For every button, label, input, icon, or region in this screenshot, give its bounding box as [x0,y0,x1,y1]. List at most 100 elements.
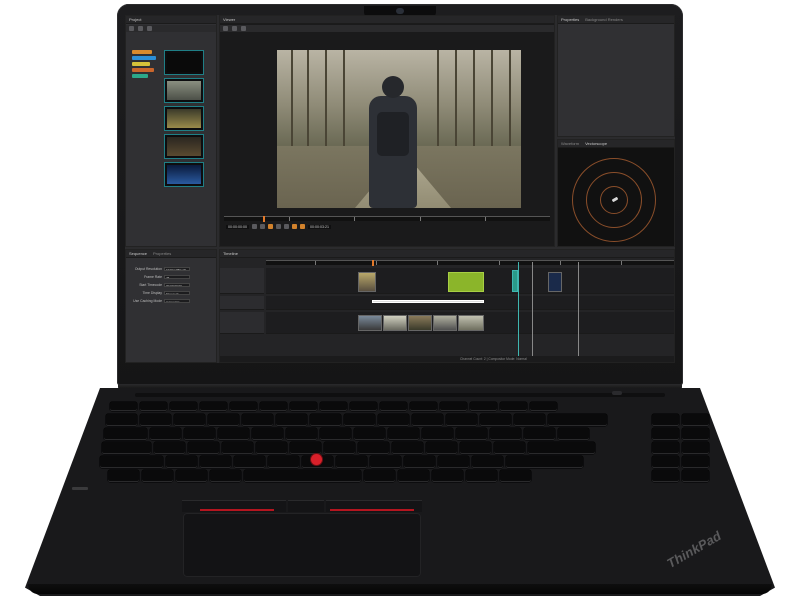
keyboard-key[interactable] [184,428,215,440]
folder-icon[interactable] [129,26,134,31]
setting-value[interactable]: 25 [164,274,190,279]
keyboard-key[interactable] [470,402,497,411]
bin-item[interactable] [132,62,150,66]
keyboard-key[interactable] [460,442,491,454]
grid-icon[interactable] [138,26,143,31]
keyboard-key[interactable] [290,442,321,454]
keyboard-key[interactable] [320,428,351,440]
keyboard-key[interactable] [336,456,367,468]
list-icon[interactable] [147,26,152,31]
bin-item[interactable] [132,50,152,54]
keyboard-key[interactable] [358,442,389,454]
channel-icon[interactable] [232,26,237,31]
bin-item[interactable] [132,74,148,78]
keyboard-key[interactable] [234,456,265,468]
keyboard-key[interactable] [310,414,341,426]
overlay-icon[interactable] [241,26,246,31]
keyboard-key[interactable] [108,470,139,482]
keyboard-key[interactable] [200,402,227,411]
keyboard-key[interactable] [210,470,241,482]
keyboard-key[interactable] [104,428,147,440]
keyboard-key[interactable] [174,414,205,426]
keyboard-key[interactable] [466,470,497,482]
bin-item[interactable] [132,56,156,60]
keyboard-key[interactable] [472,456,503,468]
clip-thumbnail[interactable] [164,78,204,103]
setting-value[interactable]: 1920x1080 HD [164,266,190,271]
keyboard-key[interactable] [410,402,437,411]
keyboard-key[interactable] [652,414,679,426]
keyboard-key[interactable] [426,442,457,454]
keyboard-key[interactable] [440,402,467,411]
keyboard-key[interactable] [388,428,419,440]
video-clip[interactable] [408,315,432,331]
track-header-video-1[interactable] [220,312,264,334]
keyboard-key[interactable] [244,470,361,482]
keyboard-key[interactable] [652,428,679,440]
keyboard-key[interactable] [528,442,595,454]
keyboard-key[interactable] [392,442,423,454]
setting-value[interactable]: Timecode [164,290,190,295]
keyboard-key[interactable] [230,402,257,411]
keyboard-key[interactable] [500,402,527,411]
keyboard-key[interactable] [364,470,395,482]
tab-vectorscope[interactable]: Vectorscope [585,141,607,146]
keyboard-key[interactable] [222,442,253,454]
timeline-playhead[interactable] [372,260,375,266]
keyboard-key[interactable] [494,442,525,454]
middle-click-button[interactable] [288,500,324,512]
keyboard-key[interactable] [176,470,207,482]
keyboard-key[interactable] [682,456,709,468]
keyboard-key[interactable] [260,402,287,411]
tab-viewer[interactable]: Viewer [223,17,235,22]
keyboard-key[interactable] [350,402,377,411]
power-button-icon[interactable] [612,391,622,395]
keyboard-key[interactable] [354,428,385,440]
keyboard-key[interactable] [256,442,287,454]
keyboard-key[interactable] [290,402,317,411]
video-clip[interactable] [358,315,382,331]
tab-properties[interactable]: Properties [561,17,579,22]
tab-settings-properties[interactable]: Properties [153,251,171,256]
setting-value[interactable]: 00:00:00:00 [164,282,190,287]
track-header-video-2[interactable] [220,268,264,294]
zoom-icon[interactable] [223,26,228,31]
keyboard-key[interactable] [320,402,347,411]
keyboard-key[interactable] [530,402,557,411]
viewer-playhead[interactable] [263,216,266,222]
keyboard-key[interactable] [432,470,463,482]
keyboard-key[interactable] [276,414,307,426]
keyboard-key[interactable] [200,456,231,468]
viewer-scrub-bar[interactable] [224,216,550,222]
video-clip[interactable] [383,315,407,331]
keyboard-key[interactable] [268,456,299,468]
keyboard-key[interactable] [506,456,583,468]
trackpad[interactable] [183,513,421,577]
video-clip[interactable] [458,315,484,331]
keyboard-key[interactable] [682,442,709,454]
clip-thumbnail[interactable] [164,50,204,75]
keyboard-key[interactable] [102,442,151,454]
keyboard-key[interactable] [446,414,477,426]
keyboard-key[interactable] [286,428,317,440]
video-clip[interactable] [358,272,376,292]
setting-value[interactable]: Automatic [164,298,190,303]
keyboard-key[interactable] [652,470,679,482]
video-clip[interactable] [548,272,562,292]
skip-forward-icon[interactable] [284,224,289,229]
adjustment-clip[interactable] [448,272,484,292]
track-header-video-1-top[interactable] [220,296,264,310]
keyboard-key[interactable] [490,428,521,440]
keyboard-key[interactable] [142,470,173,482]
keyboard-key[interactable] [456,428,487,440]
keyboard-key[interactable] [500,470,531,482]
play-icon[interactable] [268,224,273,229]
step-forward-icon[interactable] [276,224,281,229]
keyboard-key[interactable] [100,456,163,468]
tab-background-renders[interactable]: Background Renders [585,17,623,22]
keyboard-key[interactable] [242,414,273,426]
keyboard-key[interactable] [404,456,435,468]
tab-timeline[interactable]: Timeline [223,251,238,256]
keyboard-key[interactable] [324,442,355,454]
keyboard-key[interactable] [412,414,443,426]
